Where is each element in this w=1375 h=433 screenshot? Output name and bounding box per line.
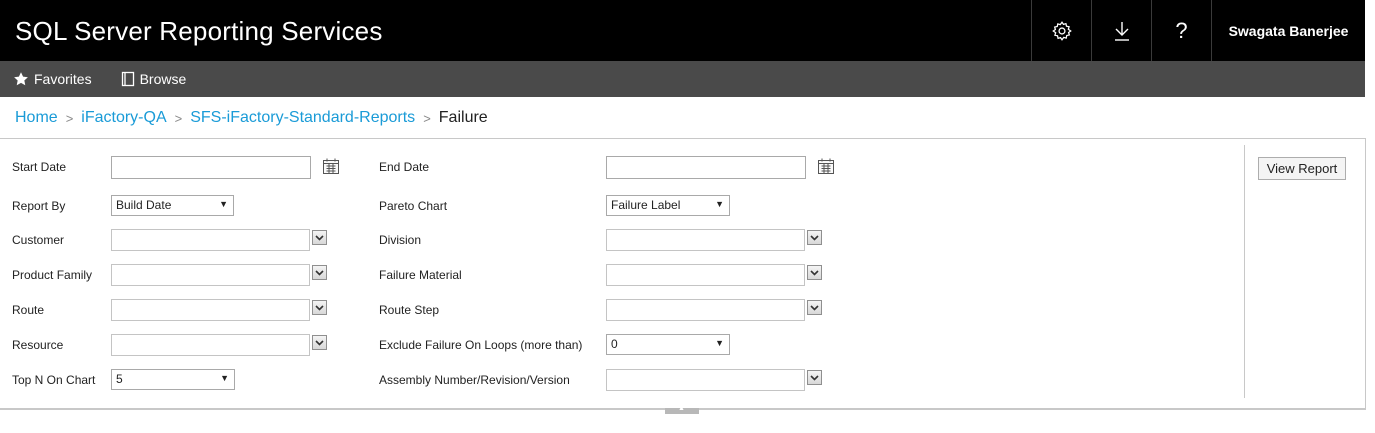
download-button[interactable] [1091, 0, 1151, 61]
division-label: Division [379, 233, 422, 247]
chevron-down-icon [315, 270, 324, 276]
product-family-multiselect[interactable] [111, 264, 310, 286]
assembly-multiselect[interactable] [606, 369, 805, 391]
breadcrumb: Home > iFactory-QA > SFS-iFactory-Standa… [15, 109, 488, 127]
breadcrumb-home[interactable]: Home [15, 109, 58, 127]
nav-favorites[interactable]: Favorites [13, 71, 92, 87]
chevron-down-icon [810, 305, 819, 311]
chevron-down-icon [315, 235, 324, 241]
panel-border [1365, 138, 1366, 410]
chevron-up-icon: ▲ [678, 405, 685, 412]
chevron-down-icon [315, 340, 324, 346]
report-by-select[interactable]: Build Date ▼ [111, 195, 234, 216]
user-menu[interactable]: Swagata Banerjee [1211, 0, 1365, 61]
breadcrumb-current: Failure [438, 109, 488, 126]
chevron-right-icon: > [174, 110, 183, 126]
nav-bar: Favorites Browse [0, 61, 1365, 97]
division-dropdown-button[interactable] [807, 230, 822, 245]
top-n-label: Top N On Chart [12, 373, 96, 387]
chevron-right-icon: > [423, 110, 431, 126]
document-icon [121, 71, 134, 87]
panel-divider [1244, 145, 1245, 398]
breadcrumb-standard-reports[interactable]: SFS-iFactory-Standard-Reports [190, 109, 415, 127]
breadcrumb-ifactory-qa[interactable]: iFactory-QA [81, 109, 166, 127]
failure-material-label: Failure Material [379, 268, 462, 282]
pareto-chart-select[interactable]: Failure Label ▼ [606, 195, 730, 216]
failure-material-dropdown-button[interactable] [807, 265, 822, 280]
exclude-loops-label: Exclude Failure On Loops (more than) [379, 338, 583, 352]
route-step-label: Route Step [379, 303, 440, 317]
report-by-value: Build Date [116, 198, 172, 212]
start-date-input[interactable] [111, 156, 311, 179]
customer-dropdown-button[interactable] [312, 230, 327, 245]
nav-favorites-label: Favorites [34, 71, 92, 87]
product-family-dropdown-button[interactable] [312, 265, 327, 280]
route-step-dropdown-button[interactable] [807, 300, 822, 315]
chevron-right-icon: > [65, 110, 74, 126]
route-dropdown-button[interactable] [312, 300, 327, 315]
chevron-down-icon [315, 305, 324, 311]
customer-label: Customer [12, 233, 65, 247]
app-title[interactable]: SQL Server Reporting Services [15, 16, 383, 47]
dropdown-arrow-icon: ▼ [219, 199, 228, 209]
chevron-down-icon [810, 270, 819, 276]
exclude-loops-select[interactable]: 0 ▼ [606, 334, 730, 355]
end-date-label: End Date [379, 160, 430, 174]
end-date-input[interactable] [606, 156, 806, 179]
assembly-label: Assembly Number/Revision/Version [379, 373, 570, 387]
dropdown-arrow-icon: ▼ [220, 373, 229, 383]
customer-multiselect[interactable] [111, 229, 310, 251]
gear-icon [1051, 20, 1072, 41]
route-multiselect[interactable] [111, 299, 310, 321]
pareto-chart-value: Failure Label [611, 198, 681, 212]
help-button[interactable]: ? [1151, 0, 1211, 61]
assembly-dropdown-button[interactable] [807, 370, 822, 385]
top-header: SQL Server Reporting Services ? Swagata … [0, 0, 1365, 61]
chevron-down-icon [810, 375, 819, 381]
dropdown-arrow-icon: ▼ [715, 338, 724, 348]
view-report-button[interactable]: View Report [1258, 157, 1346, 180]
exclude-loops-value: 0 [611, 337, 618, 351]
calendar-icon[interactable] [322, 158, 340, 175]
nav-browse-label: Browse [139, 71, 187, 87]
star-icon [14, 72, 28, 86]
product-family-label: Product Family [12, 268, 93, 282]
resource-multiselect[interactable] [111, 334, 310, 356]
top-n-select[interactable]: 5 ▼ [111, 369, 235, 390]
settings-button[interactable] [1031, 0, 1091, 61]
pareto-chart-label: Pareto Chart [379, 199, 448, 213]
division-multiselect[interactable] [606, 229, 805, 251]
nav-browse[interactable]: Browse [121, 71, 187, 87]
header-actions: ? Swagata Banerjee [1031, 0, 1365, 61]
route-label: Route [12, 303, 45, 317]
route-step-multiselect[interactable] [606, 299, 805, 321]
help-icon: ? [1175, 17, 1188, 43]
failure-material-multiselect[interactable] [606, 264, 805, 286]
top-n-value: 5 [116, 372, 123, 386]
report-by-label: Report By [12, 199, 66, 213]
download-icon [1114, 21, 1129, 41]
collapse-panel-handle[interactable]: ▲ [665, 405, 699, 414]
dropdown-arrow-icon: ▼ [715, 199, 724, 209]
chevron-down-icon [810, 235, 819, 241]
calendar-icon[interactable] [817, 158, 835, 175]
start-date-label: Start Date [12, 160, 67, 174]
resource-label: Resource [12, 338, 64, 352]
resource-dropdown-button[interactable] [312, 335, 327, 350]
